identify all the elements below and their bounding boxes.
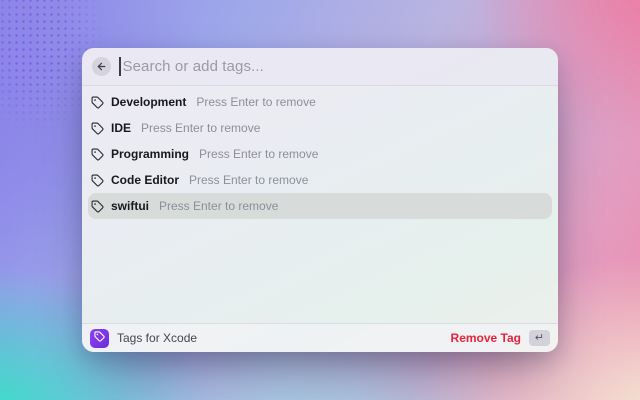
arrow-left-icon — [96, 61, 107, 72]
tag-remove-hint: Press Enter to remove — [189, 173, 308, 187]
remove-tag-label: Remove Tag — [451, 331, 521, 345]
tag-name: Development — [111, 95, 186, 109]
tag-icon — [94, 329, 105, 347]
tag-list-item[interactable]: Programming Press Enter to remove — [88, 141, 552, 167]
launcher-window: Search or add tags... Development Press … — [82, 48, 558, 352]
tag-remove-hint: Press Enter to remove — [159, 199, 278, 213]
tag-list-item[interactable]: swiftui Press Enter to remove — [88, 193, 552, 219]
tag-remove-hint: Press Enter to remove — [199, 147, 318, 161]
app-name: Tags for Xcode — [117, 331, 197, 345]
search-header: Search or add tags... — [82, 48, 558, 86]
search-placeholder: Search or add tags... — [123, 58, 264, 75]
return-key-icon: ↵ — [529, 330, 550, 346]
tag-name: swiftui — [111, 199, 149, 213]
tag-name: Code Editor — [111, 173, 179, 187]
tag-icon — [91, 174, 104, 187]
text-caret — [119, 57, 121, 76]
tag-icon — [91, 148, 104, 161]
tag-remove-hint: Press Enter to remove — [141, 121, 260, 135]
tag-icon — [91, 122, 104, 135]
tag-name: Programming — [111, 147, 189, 161]
tag-icon — [91, 200, 104, 213]
tag-list-item[interactable]: Development Press Enter to remove — [88, 89, 552, 115]
tag-name: IDE — [111, 121, 131, 135]
tag-remove-hint: Press Enter to remove — [196, 95, 315, 109]
empty-results-area — [82, 219, 558, 323]
footer-bar: Tags for Xcode Remove Tag ↵ — [82, 323, 558, 352]
tag-list-item[interactable]: Code Editor Press Enter to remove — [88, 167, 552, 193]
remove-tag-button[interactable]: Remove Tag ↵ — [451, 330, 550, 346]
tag-list: Development Press Enter to remove IDE Pr… — [82, 86, 558, 219]
tag-list-item[interactable]: IDE Press Enter to remove — [88, 115, 552, 141]
app-icon — [90, 329, 109, 348]
tag-icon — [91, 96, 104, 109]
back-button[interactable] — [92, 57, 111, 76]
search-input[interactable]: Search or add tags... — [119, 48, 548, 85]
